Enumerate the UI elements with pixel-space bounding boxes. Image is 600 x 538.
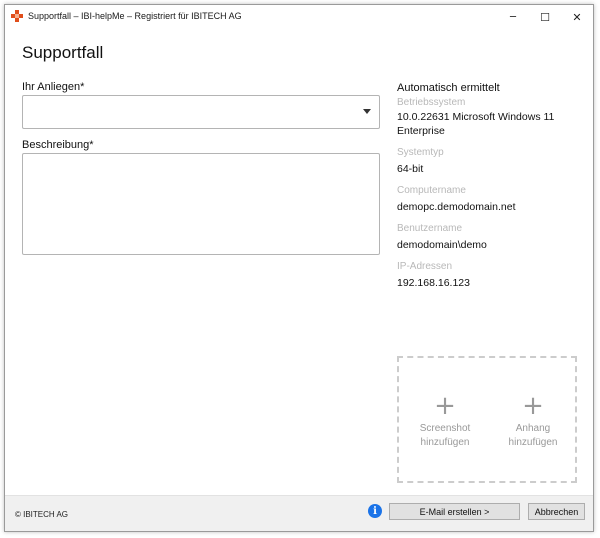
cancel-button[interactable]: Abbrechen — [528, 503, 585, 520]
add-attachment-label-line2: hinzufügen — [508, 437, 558, 448]
attachment-dropzone[interactable]: + Screenshot hinzufügen + Anhang hinzufü… — [397, 356, 577, 483]
systype-value: 64-bit — [397, 163, 424, 175]
username-label: Benutzername — [397, 223, 463, 234]
computername-value: demopc.demodomain.net — [397, 201, 516, 213]
create-email-button[interactable]: E-Mail erstellen > — [389, 503, 520, 520]
os-value: 10.0.22631 Microsoft Windows 11 Enterpri… — [397, 111, 555, 137]
minimize-button[interactable]: ─ — [497, 5, 529, 29]
systype-label: Systemtyp — [397, 147, 444, 158]
app-logo-icon — [11, 10, 23, 22]
plus-icon: + — [434, 391, 456, 421]
os-label: Betriebssystem — [397, 97, 466, 108]
window-title: Supportfall – IBI-helpMe – Registriert f… — [28, 11, 242, 21]
ip-value: 192.168.16.123 — [397, 277, 470, 289]
add-attachment-button[interactable]: + Anhang hinzufügen — [493, 391, 573, 450]
footer-bar: © IBITECH AG i E-Mail erstellen > Abbrec… — [5, 495, 593, 531]
description-label: Beschreibung* — [22, 139, 94, 151]
info-icon[interactable]: i — [368, 504, 382, 518]
title-bar[interactable]: Supportfall – IBI-helpMe – Registriert f… — [5, 5, 593, 29]
concern-dropdown[interactable] — [22, 95, 380, 129]
close-button[interactable]: ✕ — [561, 5, 593, 29]
close-icon: ✕ — [572, 10, 582, 24]
ip-label: IP-Adressen — [397, 261, 453, 272]
chevron-down-icon — [363, 109, 371, 114]
computername-label: Computername — [397, 185, 466, 196]
maximize-icon: ☐ — [540, 10, 550, 24]
auto-info-title: Automatisch ermittelt — [397, 82, 500, 94]
main-window: Supportfall – IBI-helpMe – Registriert f… — [4, 4, 594, 532]
username-value: demodomain\demo — [397, 239, 487, 251]
plus-icon: + — [522, 391, 544, 421]
concern-label: Ihr Anliegen* — [22, 81, 85, 93]
maximize-button[interactable]: ☐ — [529, 5, 561, 29]
minimize-icon: ─ — [509, 11, 517, 23]
add-screenshot-label-line2: hinzufügen — [420, 437, 470, 448]
description-textarea[interactable] — [22, 153, 380, 255]
copyright-text: © IBITECH AG — [15, 510, 69, 519]
page-title: Supportfall — [22, 43, 104, 62]
add-attachment-label-line1: Anhang — [515, 423, 551, 434]
add-screenshot-button[interactable]: + Screenshot hinzufügen — [405, 391, 485, 450]
add-screenshot-label-line1: Screenshot — [419, 423, 471, 434]
